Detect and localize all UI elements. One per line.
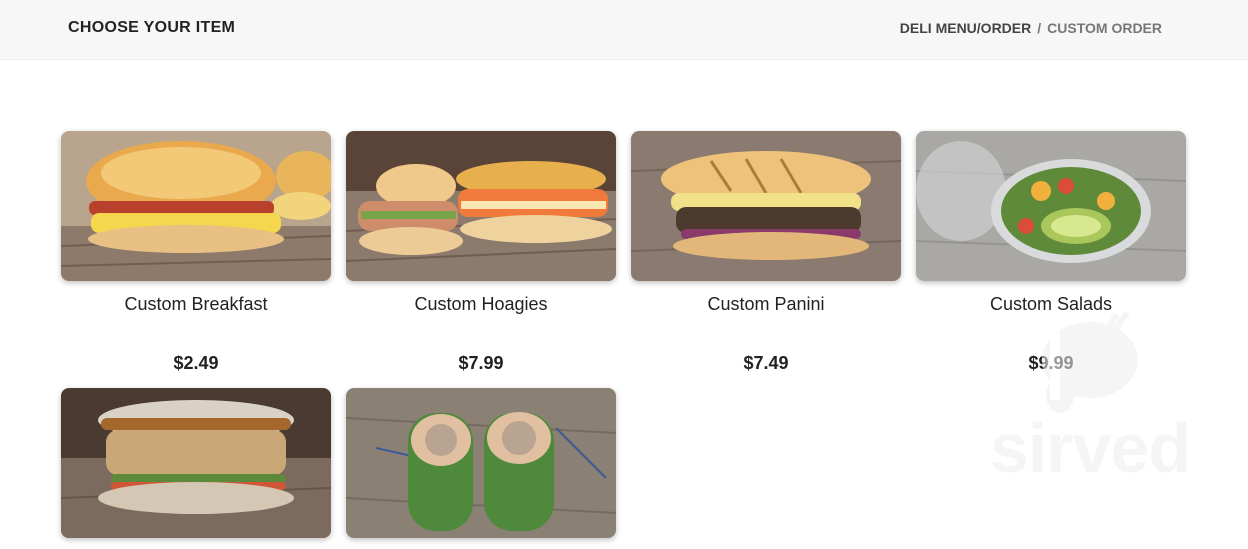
- item-price: $2.49: [173, 353, 219, 373]
- menu-item-wrap[interactable]: [346, 388, 616, 538]
- hoagie-image[interactable]: [346, 131, 616, 281]
- salad-image[interactable]: [916, 131, 1186, 281]
- breadcrumb-deli-menu-link[interactable]: DELI MENU/ORDER: [900, 20, 1031, 36]
- item-name: Custom Breakfast: [124, 294, 268, 314]
- panini-image[interactable]: [631, 131, 901, 281]
- item-price: $7.49: [743, 353, 789, 373]
- item-name: Custom Hoagies: [414, 294, 548, 314]
- watermark-text: sirved: [989, 409, 1191, 487]
- item-price: $7.99: [458, 353, 504, 373]
- sandwich-image[interactable]: [61, 388, 331, 538]
- menu-item-custom-hoagies[interactable]: Custom Hoagies $7.99: [346, 131, 616, 374]
- menu-item-sandwich[interactable]: [61, 388, 331, 538]
- item-name: Custom Panini: [707, 294, 825, 314]
- menu-item-custom-breakfast[interactable]: Custom Breakfast $2.49: [61, 131, 331, 374]
- breadcrumb: DELI MENU/ORDER / CUSTOM ORDER: [900, 20, 1162, 36]
- menu-item-custom-panini[interactable]: Custom Panini $7.49: [631, 131, 901, 374]
- wrap-image[interactable]: [346, 388, 616, 538]
- sirved-watermark: sirved: [980, 300, 1200, 490]
- top-bar: CHOOSE YOUR ITEM DELI MENU/ORDER / CUSTOM …: [0, 0, 1248, 60]
- page-title: CHOOSE YOUR ITEM: [68, 19, 236, 36]
- breakfast-sandwich-image[interactable]: [61, 131, 331, 281]
- breadcrumb-separator: /: [1037, 20, 1042, 36]
- breadcrumb-current: CUSTOM ORDER: [1047, 20, 1162, 36]
